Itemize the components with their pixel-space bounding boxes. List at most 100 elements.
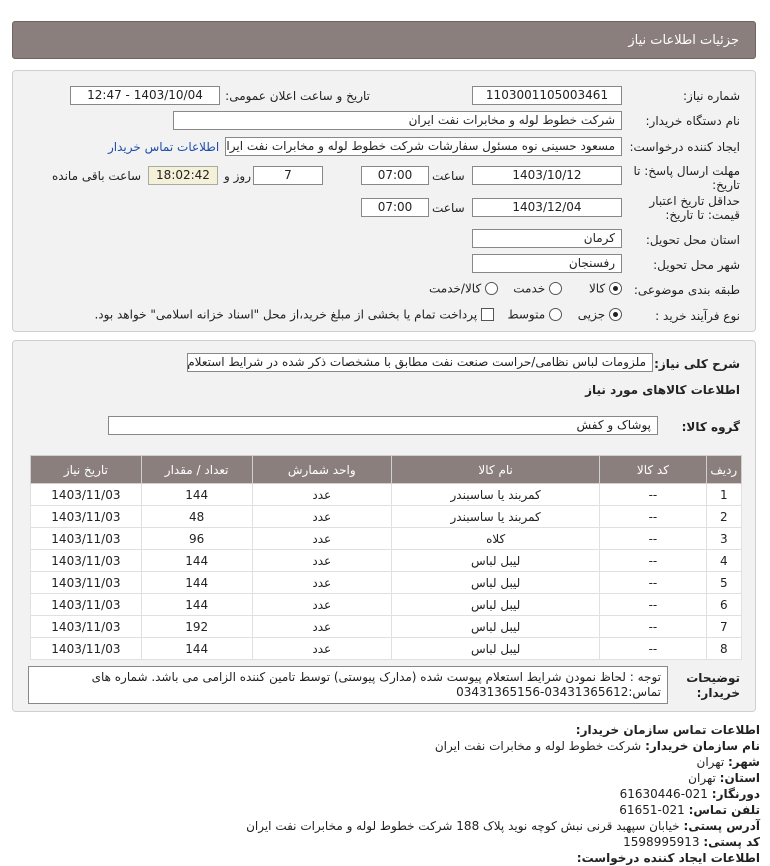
- validity-label-date: قیمت: تا تاریخ:: [665, 208, 740, 222]
- cell-need-date: 1403/11/03: [30, 615, 142, 638]
- cell-need-date: 1403/11/03: [30, 527, 142, 550]
- announce-field[interactable]: 1403/10/04 - 12:47: [70, 86, 220, 105]
- buyer-contact-section: اطلاعات تماس سازمان خریدار: نام سازمان خ…: [20, 722, 760, 866]
- buyer-notes-label-2: خریدار:: [696, 686, 740, 700]
- table-row[interactable]: 7 -- لیبل لباس عدد 192 1403/11/03: [30, 615, 743, 638]
- contact-fax-label: دورنگار:: [711, 787, 760, 801]
- cell-unit: عدد: [251, 593, 393, 616]
- table-row[interactable]: 2 -- کمربند یا ساسبندر عدد 48 1403/11/03: [30, 505, 743, 528]
- cell-row-number: 2: [705, 505, 743, 528]
- cell-goods-name: لیبل لباس: [391, 637, 601, 660]
- province-field[interactable]: کرمان: [472, 229, 622, 248]
- validity-date-field[interactable]: 1403/12/04: [472, 198, 622, 217]
- cell-row-number: 8: [705, 637, 743, 660]
- cell-quantity: 144: [140, 571, 253, 594]
- contact-postal-row: کد پستی: 1598995913: [20, 834, 760, 850]
- deadline-date-field[interactable]: 1403/10/12: [472, 166, 622, 185]
- deadline-label: مهلت ارسال پاسخ: تا: [633, 164, 740, 178]
- table-row[interactable]: 3 -- کلاه عدد 96 1403/11/03: [30, 527, 743, 550]
- table-header-row: ردیف کد کالا نام کالا واحد شمارش تعداد /…: [30, 455, 743, 484]
- need-number-field[interactable]: 1103001105003461: [472, 86, 622, 105]
- cell-unit: عدد: [251, 615, 393, 638]
- cell-unit: عدد: [251, 549, 393, 572]
- remaining-time-field: 18:02:42: [148, 166, 218, 185]
- treasury-payment-option[interactable]: پرداخت تمام یا بخشی از مبلغ خرید،از محل …: [94, 307, 494, 322]
- cell-quantity: 144: [140, 593, 253, 616]
- remaining-label: ساعت باقی مانده: [52, 169, 142, 183]
- cell-quantity: 192: [140, 615, 253, 638]
- city-field[interactable]: رفسنجان: [472, 254, 622, 273]
- contact-phone-row: تلفن تماس: 021-61651: [20, 802, 760, 818]
- announce-label: تاریخ و ساعت اعلان عمومی:: [225, 89, 370, 103]
- goods-table: ردیف کد کالا نام کالا واحد شمارش تعداد /…: [30, 455, 743, 660]
- header-unit: واحد شمارش: [251, 455, 393, 484]
- creator-label: ایجاد کننده درخواست:: [629, 140, 740, 154]
- goods-group-field[interactable]: پوشاک و کفش: [108, 416, 658, 435]
- buyer-contact-link[interactable]: اطلاعات تماس خریدار: [108, 140, 219, 154]
- checkbox-icon[interactable]: [481, 308, 494, 321]
- contact-address-row: آدرس پستی: خیابان سپهبد قرنی نبش کوچه نو…: [20, 818, 760, 834]
- table-row[interactable]: 4 -- لیبل لباس عدد 144 1403/11/03: [30, 549, 743, 572]
- buyer-notes-line-1: توجه : لحاظ نمودن شرایط استعلام پیوست شد…: [91, 670, 661, 684]
- radio-icon[interactable]: [549, 308, 562, 321]
- description-field[interactable]: ملزومات لباس نظامی/حراست صنعت نفت مطابق …: [187, 353, 653, 372]
- category-label: طبقه بندی موضوعی:: [633, 283, 740, 297]
- cell-row-number: 6: [705, 593, 743, 616]
- cell-goods-code: --: [599, 505, 707, 528]
- contact-address: خیابان سپهبد قرنی نبش کوچه نوید پلاک 188…: [246, 819, 680, 833]
- cell-goods-code: --: [599, 615, 707, 638]
- cell-quantity: 48: [140, 505, 253, 528]
- process-option-minor[interactable]: جزیی: [578, 307, 622, 322]
- table-row[interactable]: 1 -- کمربند یا ساسبندر عدد 144 1403/11/0…: [30, 483, 743, 506]
- contact-org-row: نام سازمان خریدار: شرکت خطوط لوله و مخاب…: [20, 738, 760, 754]
- validity-time-field[interactable]: 07:00: [361, 198, 429, 217]
- cell-row-number: 4: [705, 549, 743, 572]
- contact-org: شرکت خطوط لوله و مخابرات نفت ایران: [434, 739, 642, 753]
- days-label: روز و: [224, 169, 251, 183]
- buyer-notes-line-2: تماس:03431365612-03431365156: [456, 685, 661, 699]
- header-need-date: تاریخ نیاز: [30, 455, 142, 484]
- cell-quantity: 144: [140, 483, 253, 506]
- table-row[interactable]: 5 -- لیبل لباس عدد 144 1403/11/03: [30, 571, 743, 594]
- header-goods-name: نام کالا: [391, 455, 601, 484]
- buyer-org-field[interactable]: شرکت خطوط لوله و مخابرات نفت ایران: [173, 111, 622, 130]
- buyer-notes-label: توضیحات: [686, 671, 740, 685]
- process-option-medium[interactable]: متوسط: [507, 307, 562, 322]
- page-title: جزئیات اطلاعات نیاز: [628, 32, 739, 48]
- cell-unit: عدد: [251, 483, 393, 506]
- radio-checked-icon[interactable]: [609, 308, 622, 321]
- category-option-service[interactable]: خدمت: [513, 281, 562, 296]
- deadline-time-field[interactable]: 07:00: [361, 166, 429, 185]
- creator-field[interactable]: مسعود حسینی نوه مسئول سفارشات شرکت خطوط …: [225, 137, 622, 156]
- need-number-label: شماره نیاز:: [683, 89, 740, 103]
- radio-icon[interactable]: [485, 282, 498, 295]
- contact-postal-label: کد پستی:: [703, 835, 760, 849]
- cell-unit: عدد: [251, 637, 393, 660]
- contact-postal: 1598995913: [623, 835, 700, 849]
- days-remaining-field[interactable]: 7: [253, 166, 323, 185]
- creator-info-title: اطلاعات ایجاد کننده درخواست:: [576, 851, 760, 865]
- category-option-both-label: کالا/خدمت: [428, 281, 482, 296]
- radio-icon[interactable]: [549, 282, 562, 295]
- table-row[interactable]: 8 -- لیبل لباس عدد 144 1403/11/03: [30, 637, 743, 660]
- contact-city-label: شهر:: [728, 755, 760, 769]
- cell-goods-code: --: [599, 549, 707, 572]
- buyer-notes-box: توجه : لحاظ نمودن شرایط استعلام پیوست شد…: [28, 666, 668, 704]
- contact-fax-row: دورنگار: 021-61630446: [20, 786, 760, 802]
- city-label: شهر محل تحویل:: [653, 258, 740, 272]
- category-option-goods[interactable]: کالا: [589, 281, 622, 296]
- cell-goods-code: --: [599, 637, 707, 660]
- cell-need-date: 1403/11/03: [30, 483, 142, 506]
- cell-goods-name: لیبل لباس: [391, 615, 601, 638]
- cell-goods-name: کمربند یا ساسبندر: [391, 505, 601, 528]
- cell-row-number: 3: [705, 527, 743, 550]
- category-option-both[interactable]: کالا/خدمت: [429, 281, 498, 296]
- cell-unit: عدد: [251, 571, 393, 594]
- radio-checked-icon[interactable]: [609, 282, 622, 295]
- table-row[interactable]: 6 -- لیبل لباس عدد 144 1403/11/03: [30, 593, 743, 616]
- cell-goods-code: --: [599, 593, 707, 616]
- contact-province: تهران: [688, 771, 716, 785]
- cell-quantity: 144: [140, 637, 253, 660]
- cell-goods-name: لیبل لباس: [391, 593, 601, 616]
- cell-need-date: 1403/11/03: [30, 637, 142, 660]
